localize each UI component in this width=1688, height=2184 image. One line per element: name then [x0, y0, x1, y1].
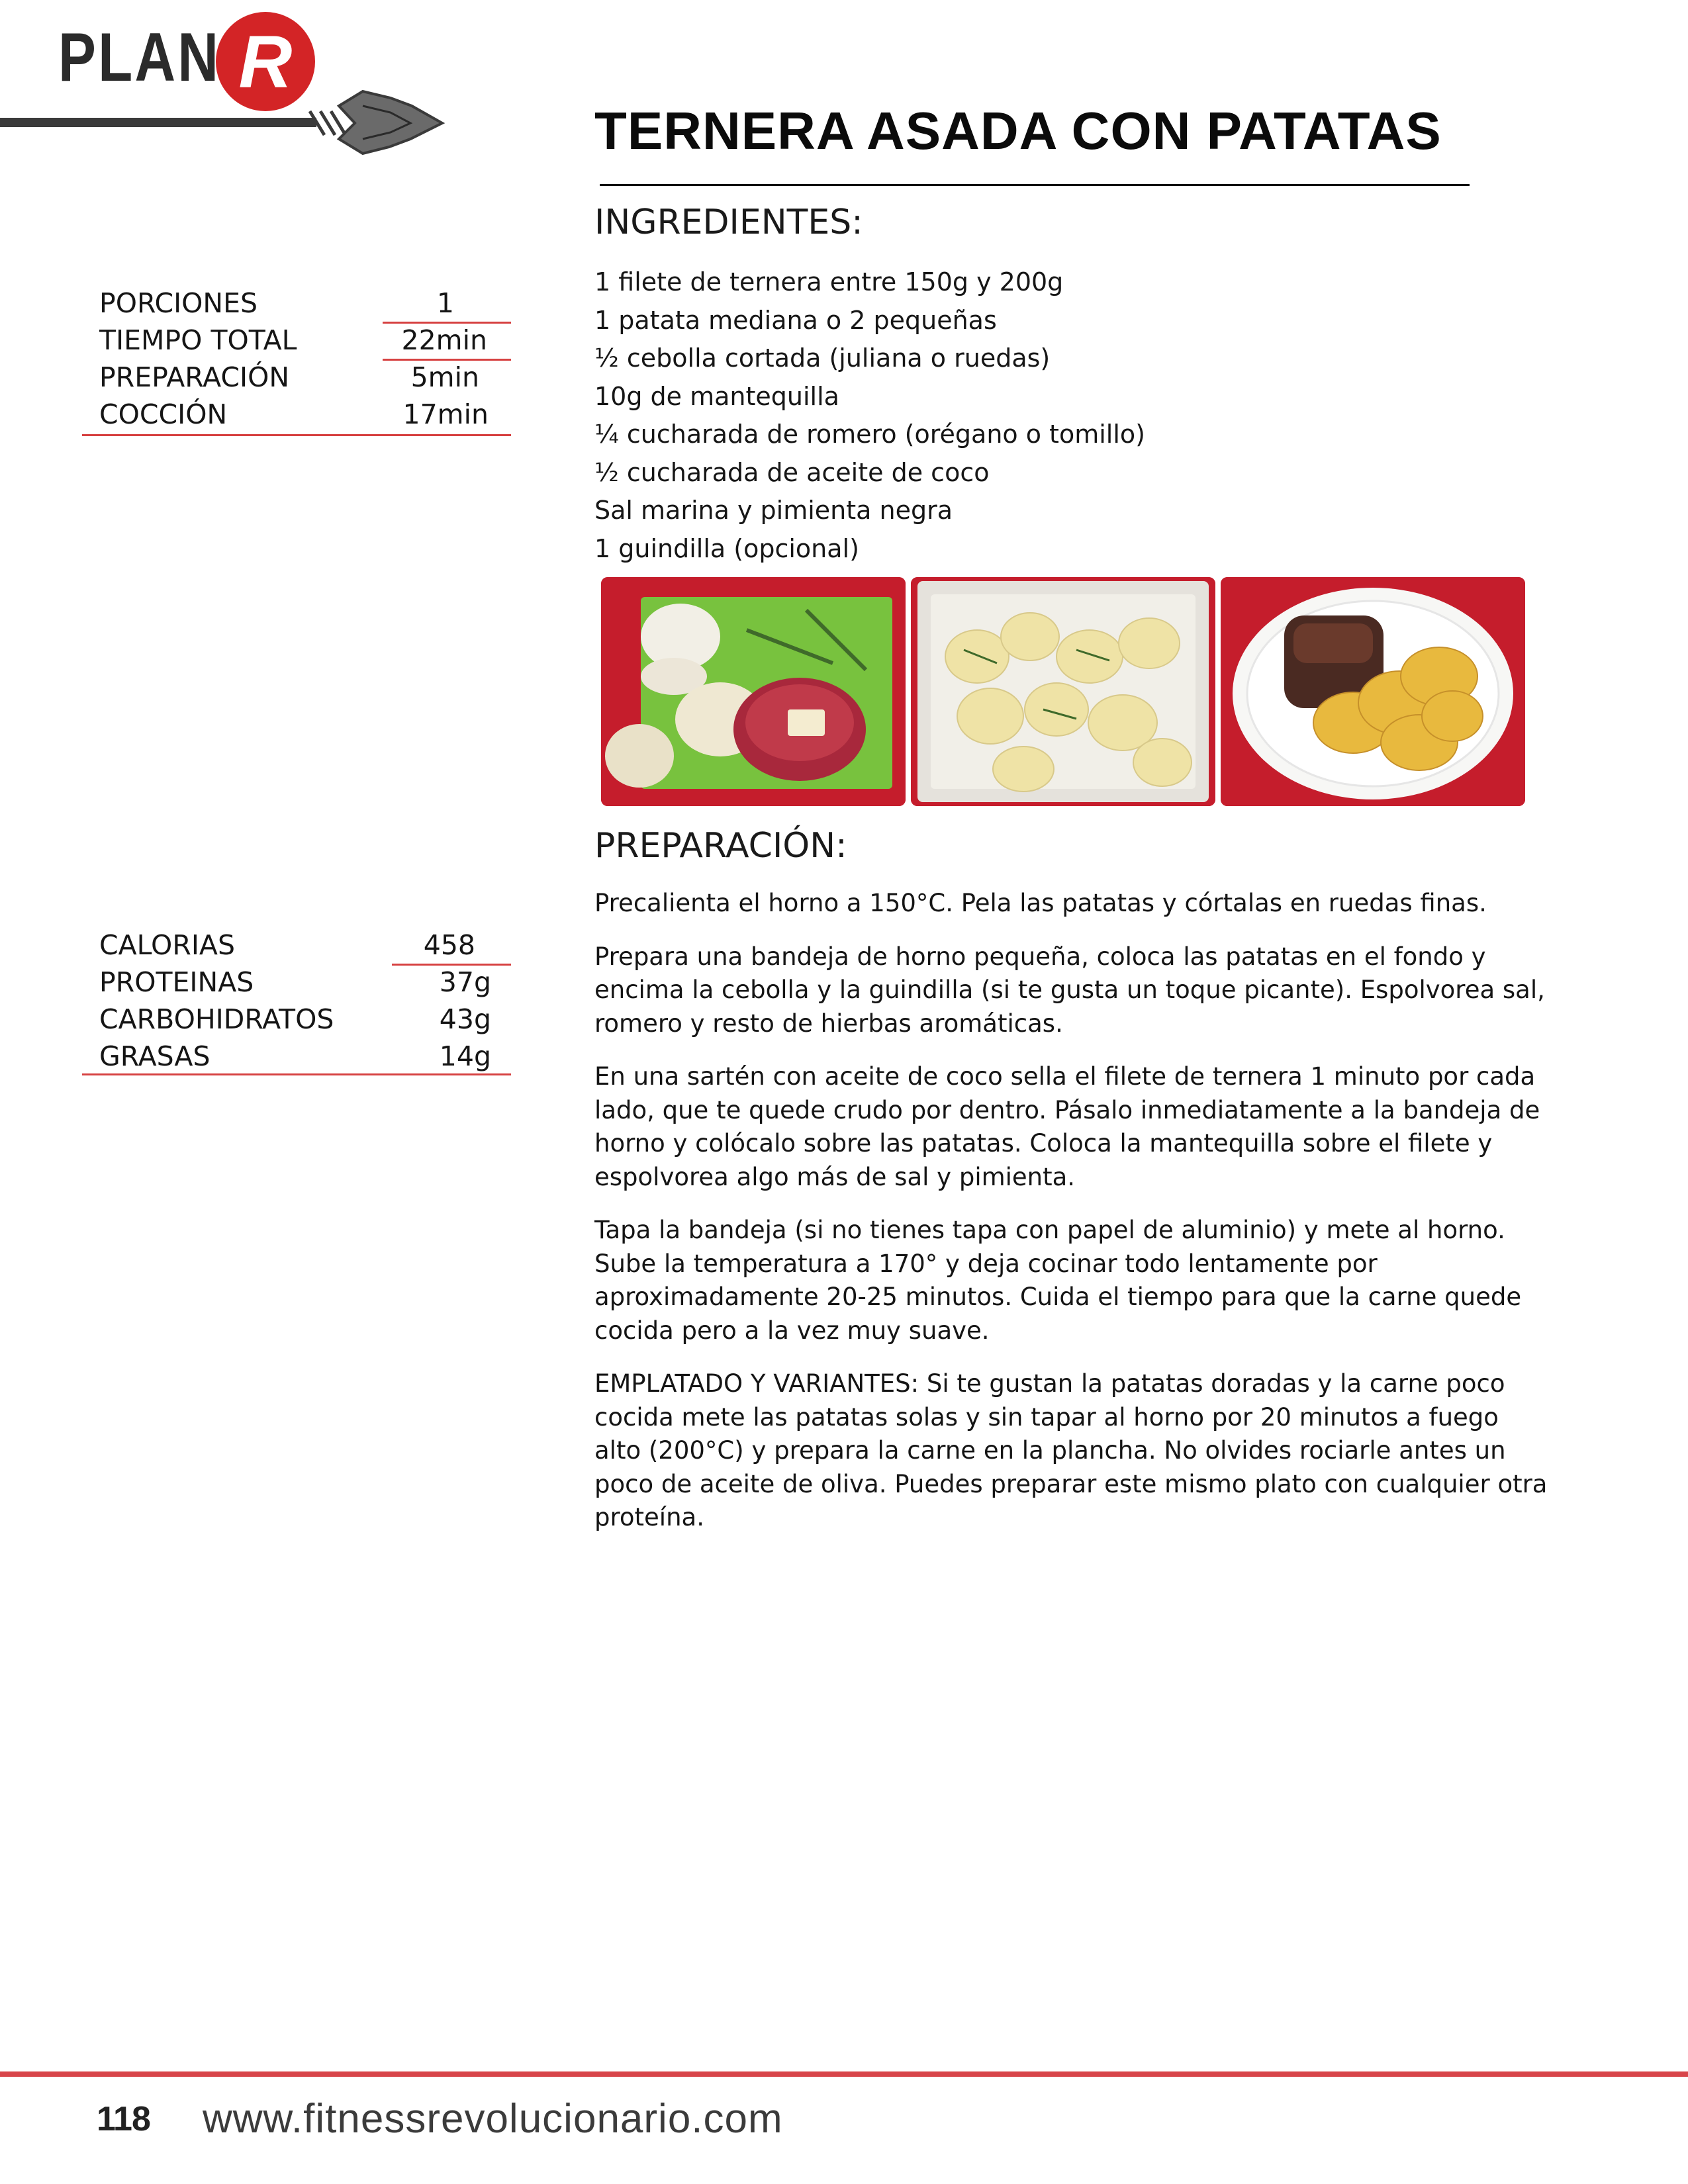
nutrition-value: 458 — [423, 929, 475, 961]
nutrition-label: CALORIAS — [99, 929, 235, 961]
ingredient-item: ½ cebolla cortada (juliana o ruedas) — [594, 343, 1051, 373]
timing-value: 5min — [410, 361, 479, 393]
nutrition-row: CALORIAS 458 — [82, 927, 511, 964]
nutrition-row-divider — [392, 964, 511, 966]
ingredient-item: 1 guindilla (opcional) — [594, 533, 859, 563]
ingredient-item: 10g de mantequilla — [594, 381, 839, 411]
page-number: 118 — [97, 2100, 151, 2138]
timing-row-divider — [383, 359, 511, 361]
ingredients-heading: INGREDIENTES: — [594, 203, 863, 242]
footer-divider — [0, 2071, 1688, 2077]
timing-row: PORCIONES 1 — [82, 285, 511, 322]
timing-row-divider — [383, 322, 511, 324]
timing-row: TIEMPO TOTAL 22min — [82, 322, 511, 359]
nutrition-value: 43g — [439, 1003, 491, 1035]
title-divider — [600, 184, 1470, 186]
preparation-paragraph: Prepara una bandeja de horno pequeña, co… — [594, 942, 1545, 1038]
plated-dish-photo — [1221, 577, 1525, 806]
timing-value: 1 — [436, 287, 454, 319]
nutrition-row: CARBOHIDRATOS 43g — [82, 1001, 511, 1038]
ingredients-photo — [601, 577, 906, 806]
timing-value: 17min — [402, 398, 489, 430]
ingredient-item: ½ cucharada de aceite de coco — [594, 457, 990, 487]
nutrition-table-bottom-rule — [82, 1073, 511, 1075]
timing-label: PORCIONES — [99, 287, 258, 319]
nutrition-row: PROTEINAS 37g — [82, 964, 511, 1001]
preparation-paragraph: Tapa la bandeja (si no tienes tapa con p… — [594, 1216, 1522, 1345]
preparation-paragraph: En una sartén con aceite de coco sella e… — [594, 1062, 1540, 1191]
preparation-paragraph: Precalienta el horno a 150°C. Pela las p… — [594, 889, 1487, 917]
preparation-heading: PREPARACIÓN: — [594, 826, 847, 866]
ingredients-list: 1 filete de ternera entre 150g y 200g 1 … — [594, 263, 1145, 568]
website-url: www.fitnessrevolucionario.com — [203, 2096, 783, 2142]
nutrition-row: GRASAS 14g — [82, 1038, 511, 1075]
timing-label: PREPARACIÓN — [99, 361, 290, 393]
preparation-paragraph: EMPLATADO Y VARIANTES: Si te gustan la p… — [594, 1369, 1548, 1531]
timing-row: PREPARACIÓN 5min — [82, 359, 511, 396]
nutrition-table: CALORIAS 458 PROTEINAS 37g CARBOHIDRATOS… — [82, 927, 511, 1075]
timing-table-bottom-rule — [82, 434, 511, 436]
nutrition-label: PROTEINAS — [99, 966, 254, 998]
ingredient-item: 1 filete de ternera entre 150g y 200g — [594, 267, 1064, 296]
ingredient-item: Sal marina y pimienta negra — [594, 496, 953, 525]
timing-value: 22min — [401, 324, 488, 356]
ingredient-item: 1 patata mediana o 2 pequeñas — [594, 305, 997, 335]
tray-photo — [911, 577, 1215, 806]
recipe-title: TERNERA ASADA CON PATATAS — [594, 101, 1442, 160]
nutrition-label: GRASAS — [99, 1040, 211, 1072]
ingredient-item: ¼ cucharada de romero (orégano o tomillo… — [594, 420, 1145, 449]
nutrition-label: CARBOHIDRATOS — [99, 1003, 334, 1035]
timing-label: TIEMPO TOTAL — [99, 324, 297, 356]
timing-table: PORCIONES 1 TIEMPO TOTAL 22min PREPARACI… — [82, 285, 511, 436]
nutrition-value: 37g — [439, 966, 491, 998]
preparation-steps: Precalienta el horno a 150°C. Pela las p… — [594, 887, 1548, 1555]
nutrition-value: 14g — [439, 1040, 491, 1072]
timing-row: COCCIÓN 17min — [82, 396, 511, 433]
arrow-icon — [0, 89, 445, 156]
timing-label: COCCIÓN — [99, 398, 228, 430]
